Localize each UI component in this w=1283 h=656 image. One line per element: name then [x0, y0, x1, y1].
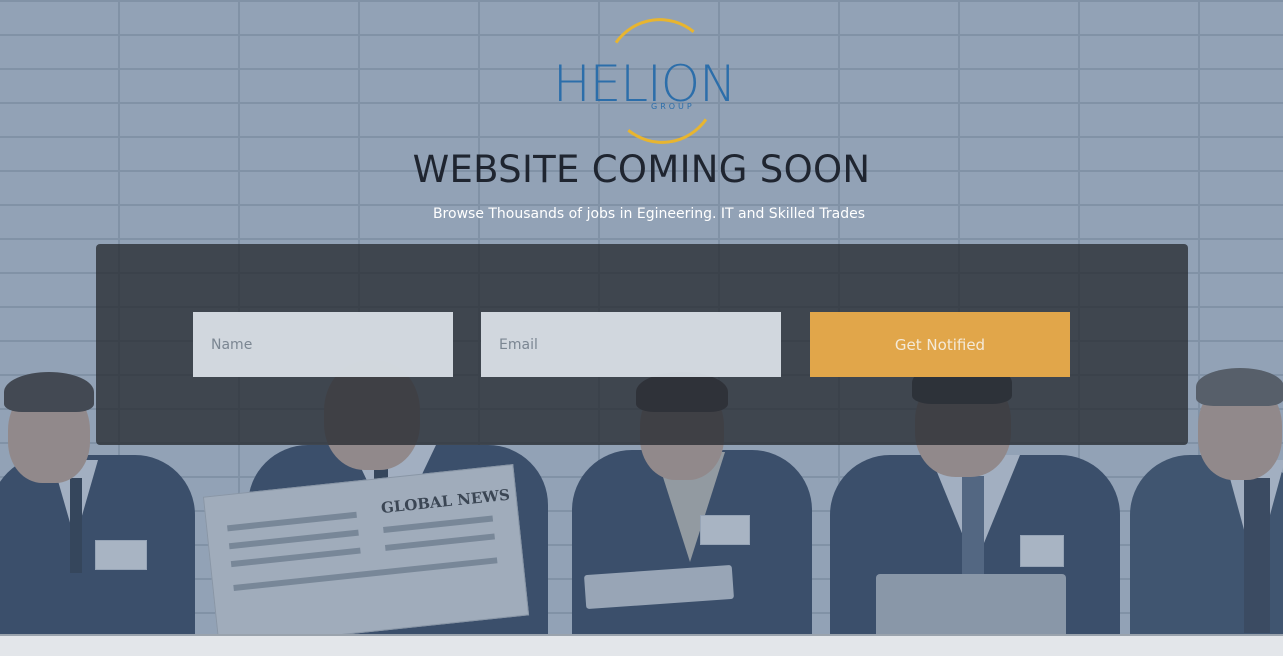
bottom-scrollbar[interactable] — [0, 634, 1283, 656]
hero-background: GLOBAL NEWS HELION GROUP WEBSITE COMING … — [0, 0, 1283, 636]
email-input[interactable] — [481, 312, 781, 377]
name-input[interactable] — [193, 312, 453, 377]
helion-logo[interactable]: HELION GROUP — [553, 10, 737, 152]
page-subtitle: Browse Thousands of jobs in Egineering. … — [432, 206, 866, 222]
get-notified-button[interactable]: Get Notified — [810, 312, 1070, 377]
logo-wordmark: HELION — [553, 55, 737, 113]
page-title: WEBSITE COMING SOON — [412, 148, 871, 191]
logo-subtext: GROUP — [651, 102, 695, 111]
